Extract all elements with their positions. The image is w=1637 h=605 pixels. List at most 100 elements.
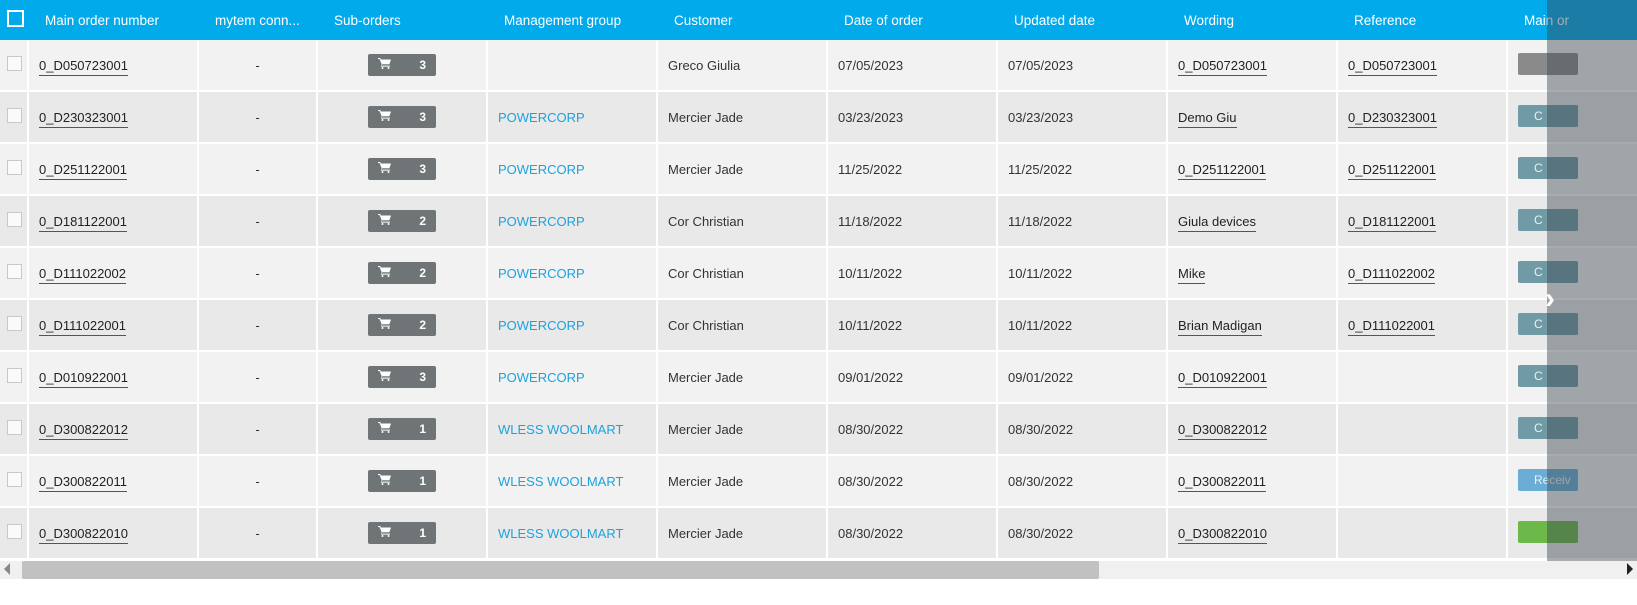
management-group-link[interactable]: POWERCORP: [498, 370, 585, 385]
management-group-link[interactable]: POWERCORP: [498, 162, 585, 177]
reference-value[interactable]: 0_D111022001: [1348, 317, 1435, 336]
updated-date-cell: 08/30/2022: [998, 404, 1168, 456]
wording-value[interactable]: 0_D010922001: [1178, 369, 1267, 388]
row-checkbox[interactable]: [7, 368, 22, 383]
col-sub-orders[interactable]: Sub-orders: [318, 0, 488, 40]
sub-orders-button[interactable]: 3: [368, 158, 436, 180]
sub-orders-button[interactable]: 2: [368, 210, 436, 232]
customer-cell: Cor Christian: [658, 196, 828, 248]
col-wording[interactable]: Wording: [1168, 0, 1338, 40]
order-number-link[interactable]: 0_D300822012: [39, 421, 128, 440]
order-number-link[interactable]: 0_D251122001: [39, 161, 127, 180]
row-checkbox[interactable]: [7, 316, 22, 331]
order-number-link[interactable]: 0_D230323001: [39, 109, 128, 128]
horizontal-scrollbar[interactable]: [0, 561, 1637, 579]
table-row[interactable]: 0_D111022001-2 POWERCORP Cor Christian 10/1…: [0, 300, 1637, 352]
order-number-link[interactable]: 0_D050723001: [39, 57, 128, 76]
col-reference[interactable]: Reference: [1338, 0, 1508, 40]
sub-orders-button[interactable]: 1: [368, 470, 436, 492]
wording-value[interactable]: 0_D251122001: [1178, 161, 1266, 180]
order-number-link[interactable]: 0_D300822010: [39, 525, 128, 544]
table-row[interactable]: 0_D300822010 - 1 WLESS WOOLMART Mercier Jade…: [0, 508, 1637, 560]
row-select-cell: [0, 92, 29, 144]
wording-value[interactable]: Mike: [1178, 265, 1206, 284]
wording-value[interactable]: Demo Giu: [1178, 109, 1237, 128]
col-mytem-conn[interactable]: mytem conn...: [199, 0, 318, 40]
order-number-link[interactable]: 0_D181122001: [39, 213, 127, 232]
reference-value[interactable]: 0_D251122001: [1348, 161, 1436, 180]
management-group-link[interactable]: WLESS WOOLMART: [498, 526, 623, 541]
row-checkbox[interactable]: [7, 212, 22, 227]
row-select-cell: [0, 300, 29, 352]
select-all-checkbox[interactable]: [7, 10, 24, 27]
table-row[interactable]: 0_D300822011 - 1 WLESS WOOLMART Mercier Jade…: [0, 456, 1637, 508]
wording-value[interactable]: 0_D050723001: [1178, 57, 1267, 76]
management-group-link[interactable]: POWERCORP: [498, 318, 585, 333]
row-checkbox[interactable]: [7, 264, 22, 279]
orders-grid: Main order number mytem conn... Sub-orde…: [0, 0, 1637, 605]
scrollbar-thumb[interactable]: [22, 561, 1099, 579]
reference-value[interactable]: 0_D111022002: [1348, 265, 1435, 284]
row-checkbox[interactable]: [7, 472, 22, 487]
reference-value[interactable]: 0_D181122001: [1348, 213, 1436, 232]
col-main-order-number[interactable]: Main order number: [29, 0, 199, 40]
wording-cell: 0_D300822010: [1168, 508, 1338, 560]
reference-value[interactable]: 0_D050723001: [1348, 57, 1437, 76]
wording-value[interactable]: Giula devices: [1178, 213, 1257, 232]
management-group-link[interactable]: POWERCORP: [498, 214, 585, 229]
table-row[interactable]: 0_D111022002-2 POWERCORP Cor Christian 10/1…: [0, 248, 1637, 300]
sub-orders-button[interactable]: 2: [368, 262, 436, 284]
management-group-link[interactable]: POWERCORP: [498, 110, 585, 125]
cart-icon: [378, 318, 391, 332]
table-row[interactable]: 0_D181122001-2 POWERCORP Cor Christian 11/1…: [0, 196, 1637, 248]
sub-orders-button[interactable]: 3: [368, 54, 436, 76]
sub-orders-button[interactable]: 1: [368, 522, 436, 544]
updated-date-cell: 08/30/2022: [998, 508, 1168, 560]
table-row[interactable]: 0_D251122001-3 POWERCORP Mercier Jade 11/25…: [0, 144, 1637, 196]
row-checkbox[interactable]: [7, 108, 22, 123]
row-checkbox[interactable]: [7, 56, 22, 71]
row-checkbox[interactable]: [7, 524, 22, 539]
order-number-link[interactable]: 0_D111022002: [39, 265, 126, 284]
scroll-left-arrow-icon[interactable]: [4, 563, 10, 575]
col-updated-date[interactable]: Updated date: [998, 0, 1168, 40]
scroll-right-overlay[interactable]: [1547, 0, 1637, 578]
reference-cell: 0_D111022001: [1338, 300, 1508, 352]
row-checkbox[interactable]: [7, 420, 22, 435]
customer-cell: Mercier Jade: [658, 456, 828, 508]
row-select-cell: [0, 144, 29, 196]
order-number-link[interactable]: 0_D010922001: [39, 369, 128, 388]
table-row[interactable]: 0_D050723001-3 Greco Giulia 07/05/2023 07/0…: [0, 40, 1637, 92]
row-checkbox[interactable]: [7, 160, 22, 175]
wording-value[interactable]: Brian Madigan: [1178, 317, 1262, 336]
wording-value[interactable]: 0_D300822010: [1178, 525, 1267, 544]
col-management-group[interactable]: Management group: [488, 0, 658, 40]
order-number-link[interactable]: 0_D111022001: [39, 317, 126, 336]
table-row[interactable]: 0_D230323001-3 POWERCORP Mercier Jade 03/23…: [0, 92, 1637, 144]
order-number-link[interactable]: 0_D300822011: [39, 473, 127, 492]
customer-cell: Greco Giulia: [658, 40, 828, 92]
row-select-cell: [0, 508, 29, 560]
sub-orders-count: 2: [419, 266, 426, 280]
sub-orders-count: 3: [419, 110, 426, 124]
sub-orders-button[interactable]: 3: [368, 106, 436, 128]
management-group-link[interactable]: POWERCORP: [498, 266, 585, 281]
table-row[interactable]: 0_D010922001-3 POWERCORP Mercier Jade 09/01…: [0, 352, 1637, 404]
table-row[interactable]: 0_D300822012 - 1 WLESS WOOLMART Mercier Jade…: [0, 404, 1637, 456]
management-group-link[interactable]: WLESS WOOLMART: [498, 422, 623, 437]
reference-value[interactable]: 0_D230323001: [1348, 109, 1437, 128]
wording-value[interactable]: 0_D300822011: [1178, 473, 1266, 492]
sub-orders-button[interactable]: 1: [368, 418, 436, 440]
mytem-conn-cell: -: [199, 404, 318, 456]
sub-orders-count: 1: [419, 526, 426, 540]
col-date-of-order[interactable]: Date of order: [828, 0, 998, 40]
chevron-right-icon[interactable]: ›: [1545, 282, 1555, 316]
scroll-right-arrow-icon[interactable]: [1627, 563, 1633, 575]
management-group-link[interactable]: WLESS WOOLMART: [498, 474, 623, 489]
reference-cell: [1338, 508, 1508, 560]
sub-orders-button[interactable]: 3: [368, 366, 436, 388]
col-customer[interactable]: Customer: [658, 0, 828, 40]
wording-value[interactable]: 0_D300822012: [1178, 421, 1267, 440]
sub-orders-button[interactable]: 2: [368, 314, 436, 336]
wording-cell: Giula devices: [1168, 196, 1338, 248]
